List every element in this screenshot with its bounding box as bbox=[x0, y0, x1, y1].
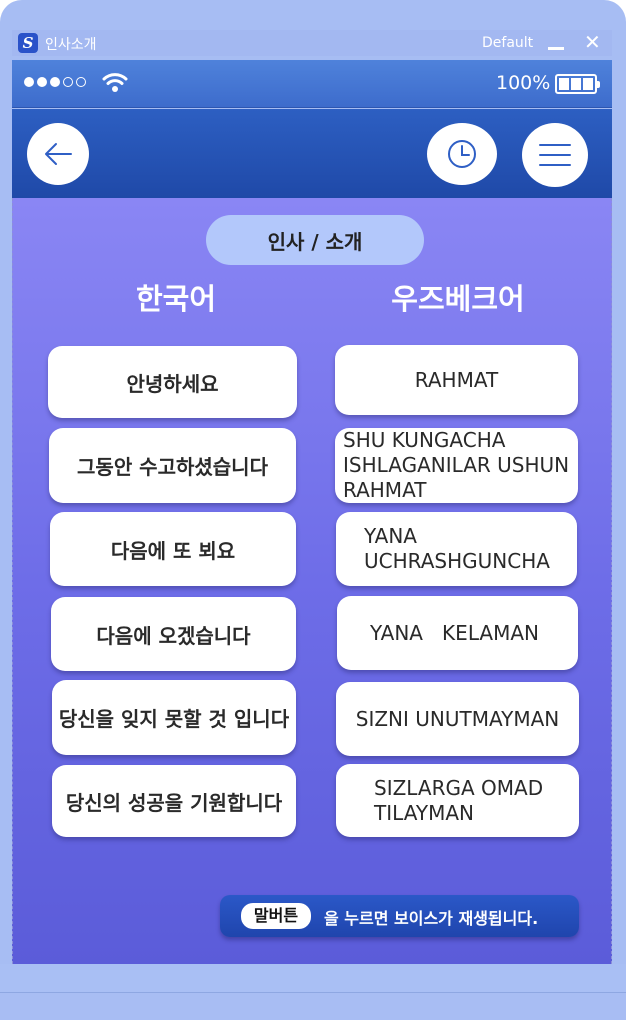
uzbek-column-header: 우즈베크어 bbox=[391, 282, 525, 316]
phrase-content: 인사 / 소개 한국어 우즈베크어 안녕하세요 그동안 수고하셨습니다 다음에 … bbox=[12, 198, 612, 964]
uzbek-phrase-button[interactable]: YANA UCHRASHGUNCHA bbox=[336, 512, 577, 586]
battery-percent: 100% bbox=[496, 72, 551, 94]
hamburger-menu-icon bbox=[539, 144, 571, 166]
signal-dot bbox=[63, 77, 73, 87]
history-button[interactable] bbox=[427, 123, 497, 185]
korean-phrase-button[interactable]: 당신의 성공을 기원합니다 bbox=[52, 765, 296, 837]
uzbek-phrase-button[interactable]: YANA KELAMAN bbox=[337, 596, 578, 670]
signal-dot bbox=[37, 77, 47, 87]
korean-phrase-button[interactable]: 다음에 오겠습니다 bbox=[51, 597, 296, 671]
wifi-icon bbox=[102, 73, 128, 92]
voice-button-badge: 말버튼 bbox=[241, 903, 311, 929]
korean-column-header: 한국어 bbox=[135, 282, 217, 316]
signal-dot bbox=[24, 77, 34, 87]
uzbek-phrase-button[interactable]: SIZNI UNUTMAYMAN bbox=[336, 682, 579, 756]
signal-dot bbox=[76, 77, 86, 87]
close-icon[interactable]: ✕ bbox=[584, 30, 601, 54]
window-title: 인사소개 bbox=[45, 37, 97, 53]
app-logo: S bbox=[18, 33, 38, 53]
korean-phrase-button[interactable]: 다음에 또 뵈요 bbox=[50, 512, 296, 586]
voice-hint-text: 을 누르면 보이스가 재생됩니다. bbox=[324, 909, 539, 928]
status-bar: 100% bbox=[12, 60, 612, 108]
bottom-bar bbox=[0, 964, 626, 992]
menu-button[interactable] bbox=[522, 123, 588, 187]
window-mode-label[interactable]: Default bbox=[482, 35, 533, 51]
uzbek-phrase-button[interactable]: SHU KUNGACHA ISHLAGANILAR USHUN RAHMAT bbox=[335, 428, 578, 503]
korean-phrase-button[interactable]: 그동안 수고하셨습니다 bbox=[49, 428, 296, 503]
signal-icon bbox=[24, 77, 86, 87]
section-title: 인사 / 소개 bbox=[206, 215, 424, 265]
nav-bar bbox=[12, 109, 612, 198]
minimize-icon[interactable] bbox=[548, 47, 564, 50]
window-titlebar: S 인사소개 Default ✕ bbox=[12, 30, 612, 56]
signal-dot bbox=[50, 77, 60, 87]
arrow-left-icon bbox=[45, 143, 72, 165]
korean-phrase-button[interactable]: 당신을 잊지 못할 것 입니다 bbox=[52, 680, 296, 755]
bottom-footer bbox=[0, 993, 626, 1020]
voice-hint-banner: 말버튼 을 누르면 보이스가 재생됩니다. bbox=[220, 895, 579, 937]
korean-phrase-button[interactable]: 안녕하세요 bbox=[48, 346, 297, 418]
uzbek-phrase-button[interactable]: RAHMAT bbox=[335, 345, 578, 415]
clock-icon bbox=[448, 140, 476, 168]
back-button[interactable] bbox=[27, 123, 89, 185]
battery-icon bbox=[555, 74, 600, 94]
uzbek-phrase-button[interactable]: SIZLARGA OMAD TILAYMAN bbox=[336, 764, 579, 837]
